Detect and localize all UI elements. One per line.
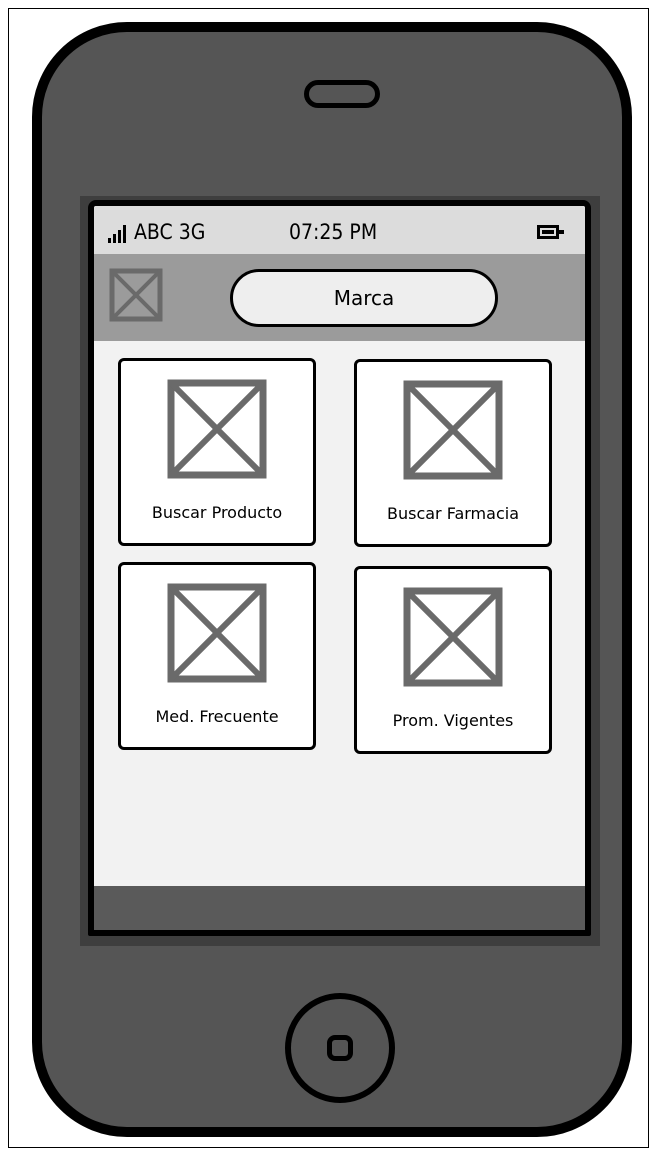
image-placeholder-icon xyxy=(167,379,267,479)
home-button-inner xyxy=(327,1035,353,1061)
image-placeholder-icon xyxy=(167,583,267,683)
screen-bottom-bar xyxy=(94,886,585,930)
tile-med-frecuente[interactable]: Med. Frecuente xyxy=(118,562,316,750)
tile-prom-vigentes[interactable]: Prom. Vigentes xyxy=(354,566,552,754)
tile-label: Prom. Vigentes xyxy=(392,711,514,730)
home-button[interactable] xyxy=(285,993,395,1103)
image-placeholder-icon xyxy=(403,380,503,480)
tile-buscar-producto[interactable]: Buscar Producto xyxy=(118,358,316,546)
battery-icon xyxy=(537,225,564,239)
status-time: 07:25 PM xyxy=(289,220,378,244)
tile-label: Buscar Farmacia xyxy=(387,504,519,523)
carrier-label: ABC 3G xyxy=(134,220,206,244)
speaker-slot xyxy=(304,80,380,108)
status-bar: ABC 3G 07:25 PM xyxy=(94,206,585,254)
image-placeholder-icon[interactable] xyxy=(108,267,164,323)
phone-screen: ABC 3G 07:25 PM Marca Buscar Producto Bu… xyxy=(88,200,591,936)
tile-buscar-farmacia[interactable]: Buscar Farmacia xyxy=(354,359,552,547)
signal-icon xyxy=(108,223,130,243)
image-placeholder-icon xyxy=(403,587,503,687)
tile-label: Med. Frecuente xyxy=(155,707,279,726)
brand-title: Marca xyxy=(230,269,498,327)
tile-label: Buscar Producto xyxy=(151,503,283,522)
app-bar: Marca xyxy=(94,254,585,341)
